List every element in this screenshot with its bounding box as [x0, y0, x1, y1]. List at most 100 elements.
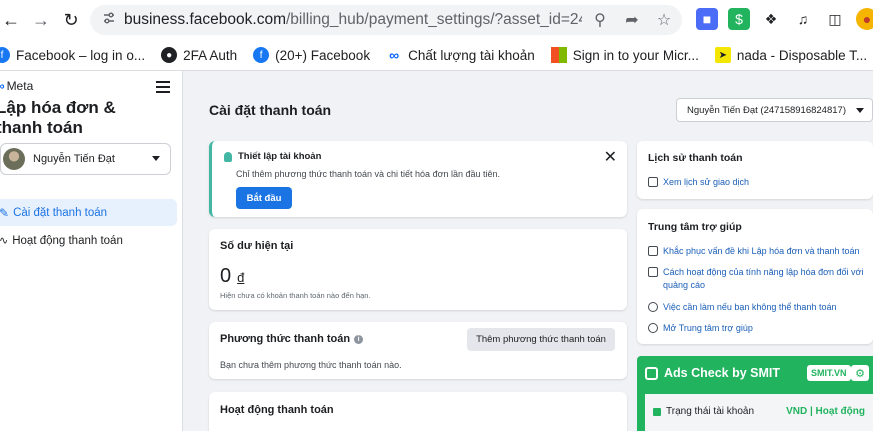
- smit-logo-icon: [645, 366, 658, 380]
- back-arrow-icon[interactable]: ←: [0, 5, 26, 35]
- setup-description: Chỉ thêm phương thức thanh toán và chi t…: [236, 169, 501, 179]
- sidebar-item-label: Cài đặt thanh toán: [13, 206, 108, 219]
- meta-icon: ∞: [389, 47, 400, 63]
- smit-title-text: Ads Check by SMIT: [664, 366, 780, 380]
- browser-toolbar: ← → ↻ business.facebook.com/billing_hub/…: [0, 0, 873, 40]
- history-heading: Lịch sử thanh toán: [648, 152, 743, 164]
- bookmark-item[interactable]: ● 2FA Auth: [161, 47, 237, 63]
- facebook-icon: f: [253, 47, 270, 63]
- link-text: Việc cần làm nếu bạn không thể thanh toá…: [663, 302, 837, 312]
- address-bar[interactable]: business.facebook.com/billing_hub/paymen…: [90, 5, 682, 35]
- reload-icon[interactable]: ↻: [56, 5, 86, 35]
- link-text: Cách hoạt động của tính năng lập hóa đơn…: [663, 267, 864, 290]
- question-icon: [648, 323, 658, 333]
- bookmark-label: (20+) Facebook: [275, 47, 371, 63]
- payment-methods-heading: Phương thức thanh toán i: [220, 333, 364, 345]
- account-selector[interactable]: Nguyễn Tiến Đạt: [0, 143, 171, 175]
- help-link[interactable]: Cách hoạt động của tính năng lập hóa đơn…: [648, 266, 868, 292]
- add-payment-method-button[interactable]: Thêm phương thức thanh toán: [467, 328, 615, 351]
- side-panel-icon[interactable]: ◫: [824, 8, 846, 30]
- link-text: Xem lịch sử giao dịch: [663, 177, 750, 187]
- bookmark-label: 2FA Auth: [183, 47, 238, 63]
- meta-logo[interactable]: ∞ Meta: [0, 79, 33, 93]
- extension-icon[interactable]: ■: [696, 8, 718, 30]
- puzzle-icon[interactable]: ❖: [760, 8, 782, 30]
- bookmark-label: Sign in to your Micr...: [572, 47, 699, 63]
- ad-account-value: Nguyễn Tiến Đạt (247158916824817): [687, 104, 846, 116]
- send-icon: ➤: [714, 47, 731, 63]
- balance-heading: Số dư hiện tại: [220, 240, 294, 252]
- bookmark-item[interactable]: ∞ Chất lượng tài khoản: [386, 47, 535, 63]
- view-transaction-history-link[interactable]: Xem lịch sử giao dịch: [648, 176, 868, 189]
- sidebar-title: Lập hóa đơn & thanh toán: [0, 98, 116, 137]
- account-setup-card: Thiết lập tài khoản ✕ Chỉ thêm phương th…: [209, 141, 627, 217]
- pencil-icon: ✎: [0, 205, 10, 220]
- bookmark-star-icon[interactable]: ☆: [654, 10, 674, 30]
- balance-note: Hiện chưa có khoản thanh toán nào đến hạ…: [220, 291, 371, 300]
- facebook-icon: f: [0, 47, 10, 63]
- gear-icon[interactable]: ⚙: [851, 365, 869, 381]
- bookmark-label: nada - Disposable T...: [736, 47, 868, 63]
- start-button[interactable]: Bắt đầu: [236, 187, 292, 209]
- info-icon[interactable]: i: [354, 335, 364, 344]
- profile-avatar-icon[interactable]: ●: [856, 8, 873, 30]
- bookmark-label: Facebook – log in o...: [16, 47, 146, 63]
- payment-methods-title: Phương thức thanh toán: [220, 333, 351, 345]
- account-status-label: Trạng thái tài khoản: [666, 406, 755, 417]
- bookmark-label: Chất lượng tài khoản: [408, 47, 535, 63]
- meta-icon: ∞: [0, 79, 5, 93]
- checkbox-icon: [653, 407, 661, 416]
- url-path: /billing_hub/payment_settings/?asset_id=…: [285, 11, 582, 28]
- help-link[interactable]: Việc cần làm nếu bạn không thể thanh toá…: [648, 301, 868, 314]
- extension-icon[interactable]: $: [728, 8, 750, 30]
- balance-value: 0: [220, 265, 232, 287]
- close-icon[interactable]: ✕: [604, 147, 617, 167]
- sidebar-item-payment-activity[interactable]: ∿ Hoạt động thanh toán: [0, 227, 177, 254]
- sidebar-item-payment-settings[interactable]: ✎ Cài đặt thanh toán: [0, 199, 177, 226]
- ad-account-dropdown[interactable]: Nguyễn Tiến Đạt (247158916824817): [676, 98, 873, 122]
- account-status-value: VND | Hoạt động: [786, 406, 865, 417]
- smit-extension-panel: Ads Check by SMIT SMIT.VN ⚙ Trạng thái t…: [637, 356, 873, 431]
- link-text: Mở Trung tâm trợ giúp: [663, 323, 753, 333]
- setup-title: Thiết lập tài khoản: [224, 151, 321, 162]
- balance-currency: đ: [237, 270, 245, 285]
- microsoft-icon: [550, 47, 567, 63]
- setup-title-text: Thiết lập tài khoản: [238, 151, 322, 162]
- avatar: [3, 148, 25, 170]
- url-host: business.facebook.com: [124, 11, 286, 28]
- chevron-down-icon: [152, 156, 160, 161]
- hamburger-menu-icon[interactable]: [156, 81, 170, 93]
- sidebar-item-label: Hoạt động thanh toán: [12, 234, 123, 247]
- payment-methods-note: Bạn chưa thêm phương thức thanh toán nào…: [220, 360, 402, 370]
- link-text: Khắc phục vấn đề khi Lập hóa đơn và than…: [663, 246, 860, 256]
- account-name: Nguyễn Tiến Đạt: [33, 153, 115, 165]
- payment-activity-card: Hoạt động thanh toán: [209, 392, 627, 431]
- bookmark-item[interactable]: ➤ nada - Disposable T...: [714, 47, 868, 63]
- document-icon: [648, 267, 658, 277]
- page-title: Cài đặt thanh toán: [209, 102, 332, 118]
- authenticator-icon: ●: [161, 47, 178, 63]
- zoom-search-icon[interactable]: ⚲: [590, 10, 610, 30]
- media-control-icon[interactable]: ♫: [792, 8, 814, 30]
- url-text: business.facebook.com/billing_hub/paymen…: [124, 11, 582, 29]
- billing-sidebar: ∞ Meta Lập hóa đơn & thanh toán Nguyễn T…: [0, 71, 183, 431]
- smit-body: Trạng thái tài khoản VND | Hoạt động: [645, 394, 873, 431]
- tools-icon: [648, 246, 658, 256]
- blocked-icon: [648, 302, 658, 312]
- payment-history-card: Lịch sử thanh toán Xem lịch sử giao dịch: [637, 141, 873, 199]
- balance-amount: 0 đ: [220, 265, 244, 288]
- help-link[interactable]: Mở Trung tâm trợ giúp: [648, 322, 868, 335]
- site-info-icon[interactable]: [102, 11, 116, 30]
- payment-methods-card: Phương thức thanh toán i Thêm phương thức…: [209, 322, 627, 379]
- forward-arrow-icon[interactable]: →: [26, 5, 56, 35]
- payment-activity-heading: Hoạt động thanh toán: [220, 404, 334, 416]
- bookmark-item[interactable]: f (20+) Facebook: [253, 47, 370, 63]
- bookmark-item[interactable]: Sign in to your Micr...: [550, 47, 699, 63]
- bookmarks-bar: f Facebook – log in o... ● 2FA Auth f (2…: [0, 40, 873, 71]
- share-icon[interactable]: ➦: [622, 10, 642, 30]
- meta-brand-text: Meta: [6, 79, 34, 93]
- smit-badge[interactable]: SMIT.VN: [807, 365, 851, 381]
- help-link[interactable]: Khắc phục vấn đề khi Lập hóa đơn và than…: [648, 245, 868, 258]
- bookmark-item[interactable]: f Facebook – log in o...: [0, 47, 145, 63]
- current-balance-card: Số dư hiện tại 0 đ Hiện chưa có khoản th…: [209, 229, 627, 310]
